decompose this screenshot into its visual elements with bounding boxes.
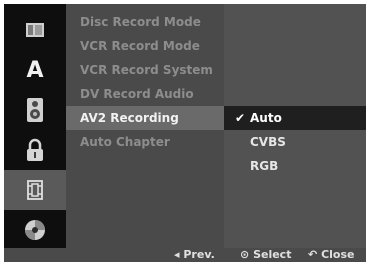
sidebar-item-disc[interactable] bbox=[4, 210, 66, 250]
menu-item-dv-record-audio[interactable]: DV Record Audio bbox=[66, 82, 224, 106]
close-label: Close bbox=[321, 248, 355, 261]
options-submenu: ✔ Auto CVBS RGB bbox=[224, 4, 366, 248]
option-cvbs[interactable]: CVBS bbox=[224, 130, 366, 154]
setup-screen: A Disc Record Mode VCR Record Mode VCR R… bbox=[4, 4, 366, 262]
menu-item-vcr-record-system[interactable]: VCR Record System bbox=[66, 58, 224, 82]
settings-menu: Disc Record Mode VCR Record Mode VCR Rec… bbox=[66, 4, 224, 248]
option-auto[interactable]: ✔ Auto bbox=[224, 106, 366, 130]
option-label: RGB bbox=[250, 159, 279, 173]
checkmark-icon: ✔ bbox=[234, 111, 246, 125]
prev-button[interactable]: ◂ Prev. bbox=[174, 248, 215, 262]
sidebar-item-disc-menu[interactable] bbox=[4, 10, 66, 50]
disc-icon bbox=[25, 220, 45, 240]
sidebar-item-record[interactable] bbox=[4, 170, 66, 210]
disc-menu-icon bbox=[26, 23, 44, 37]
close-button[interactable]: ↶ Close bbox=[308, 248, 354, 262]
sidebar: A bbox=[4, 4, 66, 248]
menu-item-auto-chapter[interactable]: Auto Chapter bbox=[66, 130, 224, 154]
option-label: Auto bbox=[250, 111, 282, 125]
language-icon: A bbox=[26, 57, 44, 83]
sidebar-item-audio[interactable] bbox=[4, 90, 66, 130]
select-icon: ⊙ bbox=[240, 248, 250, 261]
option-label: CVBS bbox=[250, 135, 286, 149]
film-record-icon bbox=[27, 180, 43, 200]
option-rgb[interactable]: RGB bbox=[224, 154, 366, 178]
select-label: Select bbox=[253, 248, 292, 261]
prev-label: Prev. bbox=[183, 248, 215, 261]
sidebar-item-lock[interactable] bbox=[4, 130, 66, 170]
menu-item-av2-recording[interactable]: AV2 Recording bbox=[66, 106, 224, 130]
audio-speaker-icon bbox=[27, 98, 43, 122]
return-icon: ↶ bbox=[308, 248, 318, 261]
left-arrow-icon: ◂ bbox=[174, 248, 180, 261]
sidebar-item-language[interactable]: A bbox=[4, 50, 66, 90]
lock-icon bbox=[27, 138, 43, 161]
menu-item-vcr-record-mode[interactable]: VCR Record Mode bbox=[66, 34, 224, 58]
footer-bar: ◂ Prev. ⊙ Select ↶ Close bbox=[4, 248, 366, 262]
select-button[interactable]: ⊙ Select bbox=[240, 248, 291, 262]
menu-item-disc-record-mode[interactable]: Disc Record Mode bbox=[66, 10, 224, 34]
